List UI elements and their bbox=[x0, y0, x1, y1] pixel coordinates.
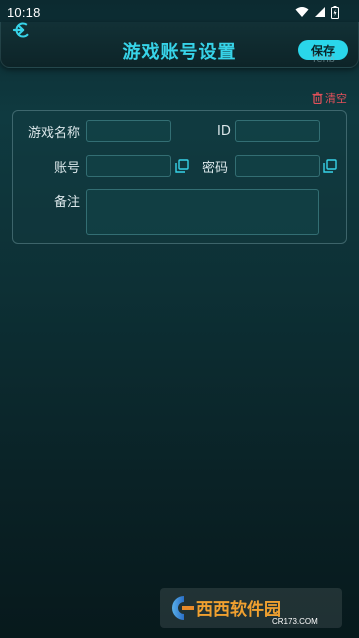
account-input[interactable] bbox=[86, 155, 171, 177]
trash-icon bbox=[312, 92, 323, 104]
note-textarea[interactable] bbox=[86, 189, 319, 235]
battery-icon bbox=[331, 5, 339, 19]
system-icons bbox=[295, 5, 359, 19]
id-label: ID bbox=[217, 124, 231, 139]
header-ghost-text: Tenb bbox=[311, 53, 335, 65]
account-label: 账号 bbox=[54, 161, 81, 176]
copy-account-icon[interactable] bbox=[175, 159, 189, 173]
password-input[interactable] bbox=[235, 155, 320, 177]
account-form-card: 游戏名称 ID 账号 密码 备注 bbox=[12, 110, 347, 244]
note-label: 备注 bbox=[54, 195, 81, 210]
id-input[interactable] bbox=[235, 120, 320, 142]
password-label: 密码 bbox=[202, 161, 229, 176]
clear-label: 清空 bbox=[325, 92, 347, 105]
copy-password-icon[interactable] bbox=[323, 159, 337, 173]
game-name-label: 游戏名称 bbox=[28, 126, 81, 141]
back-arrow-icon bbox=[12, 22, 31, 38]
watermark-brand: 西西软件园 bbox=[196, 599, 281, 620]
clear-button[interactable]: 清空 bbox=[312, 90, 347, 106]
watermark-domain: CR173.COM bbox=[272, 617, 318, 626]
signal-icon bbox=[315, 7, 325, 17]
wifi-icon bbox=[295, 7, 309, 17]
game-name-input[interactable] bbox=[86, 120, 171, 142]
status-bar: 10:18 bbox=[0, 0, 359, 24]
site-watermark-logo: 西西软件园 CR173.COM bbox=[160, 588, 342, 628]
